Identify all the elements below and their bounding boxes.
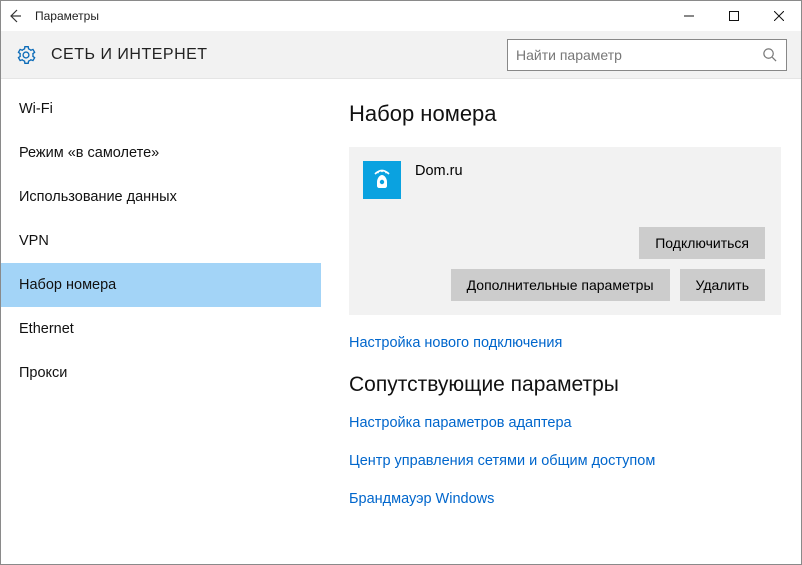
sidebar-item-label: Режим «в самолете» — [19, 145, 159, 161]
connection-actions-row: Дополнительные параметры Удалить — [451, 269, 765, 301]
connection-name: Dom.ru — [415, 161, 463, 179]
search-icon — [760, 46, 778, 64]
search-box[interactable] — [507, 39, 787, 71]
related-link-adapter[interactable]: Настройка параметров адаптера — [349, 415, 781, 431]
sidebar-item-label: Ethernet — [19, 321, 74, 337]
maximize-button[interactable] — [711, 1, 756, 31]
section-title: Набор номера — [349, 101, 781, 127]
close-icon — [774, 11, 784, 21]
connect-button[interactable]: Подключиться — [639, 227, 765, 259]
sidebar-item-proxy[interactable]: Прокси — [1, 351, 321, 395]
titlebar: Параметры — [1, 1, 801, 31]
settings-window: Параметры СЕТЬ И ИНТЕРНЕТ — [0, 0, 802, 565]
advanced-button[interactable]: Дополнительные параметры — [451, 269, 670, 301]
window-controls — [666, 1, 801, 31]
sidebar-item-airplane[interactable]: Режим «в самолете» — [1, 131, 321, 175]
sidebar-item-data-usage[interactable]: Использование данных — [1, 175, 321, 219]
delete-button[interactable]: Удалить — [680, 269, 765, 301]
sidebar-item-dialup[interactable]: Набор номера — [1, 263, 321, 307]
close-button[interactable] — [756, 1, 801, 31]
connection-card[interactable]: Dom.ru Подключиться Дополнительные парам… — [349, 147, 781, 315]
header: СЕТЬ И ИНТЕРНЕТ — [1, 31, 801, 79]
sidebar-item-ethernet[interactable]: Ethernet — [1, 307, 321, 351]
phone-icon — [363, 161, 401, 199]
minimize-icon — [684, 11, 694, 21]
sidebar: Wi-Fi Режим «в самолете» Использование д… — [1, 79, 321, 564]
gear-icon — [15, 44, 37, 66]
back-button[interactable] — [1, 1, 29, 31]
connection-actions: Подключиться Дополнительные параметры Уд… — [363, 227, 765, 301]
minimize-button[interactable] — [666, 1, 711, 31]
arrow-left-icon — [8, 9, 22, 23]
main-content: Набор номера Dom.ru Подключиться — [321, 79, 801, 564]
sidebar-item-vpn[interactable]: VPN — [1, 219, 321, 263]
body: Wi-Fi Режим «в самолете» Использование д… — [1, 79, 801, 564]
related-link-sharing[interactable]: Центр управления сетями и общим доступом — [349, 453, 781, 469]
new-connection-link[interactable]: Настройка нового подключения — [349, 335, 781, 351]
sidebar-item-wifi[interactable]: Wi-Fi — [1, 87, 321, 131]
related-link-firewall[interactable]: Брандмауэр Windows — [349, 491, 781, 507]
related-title: Сопутствующие параметры — [349, 373, 781, 397]
page-title: СЕТЬ И ИНТЕРНЕТ — [51, 46, 507, 64]
maximize-icon — [729, 11, 739, 21]
sidebar-item-label: Использование данных — [19, 189, 177, 205]
sidebar-item-label: Прокси — [19, 365, 67, 381]
sidebar-item-label: VPN — [19, 233, 49, 249]
search-input[interactable] — [516, 47, 760, 63]
window-title: Параметры — [29, 9, 666, 23]
connection-row: Dom.ru — [363, 161, 765, 199]
sidebar-item-label: Набор номера — [19, 277, 116, 293]
sidebar-item-label: Wi-Fi — [19, 101, 53, 117]
